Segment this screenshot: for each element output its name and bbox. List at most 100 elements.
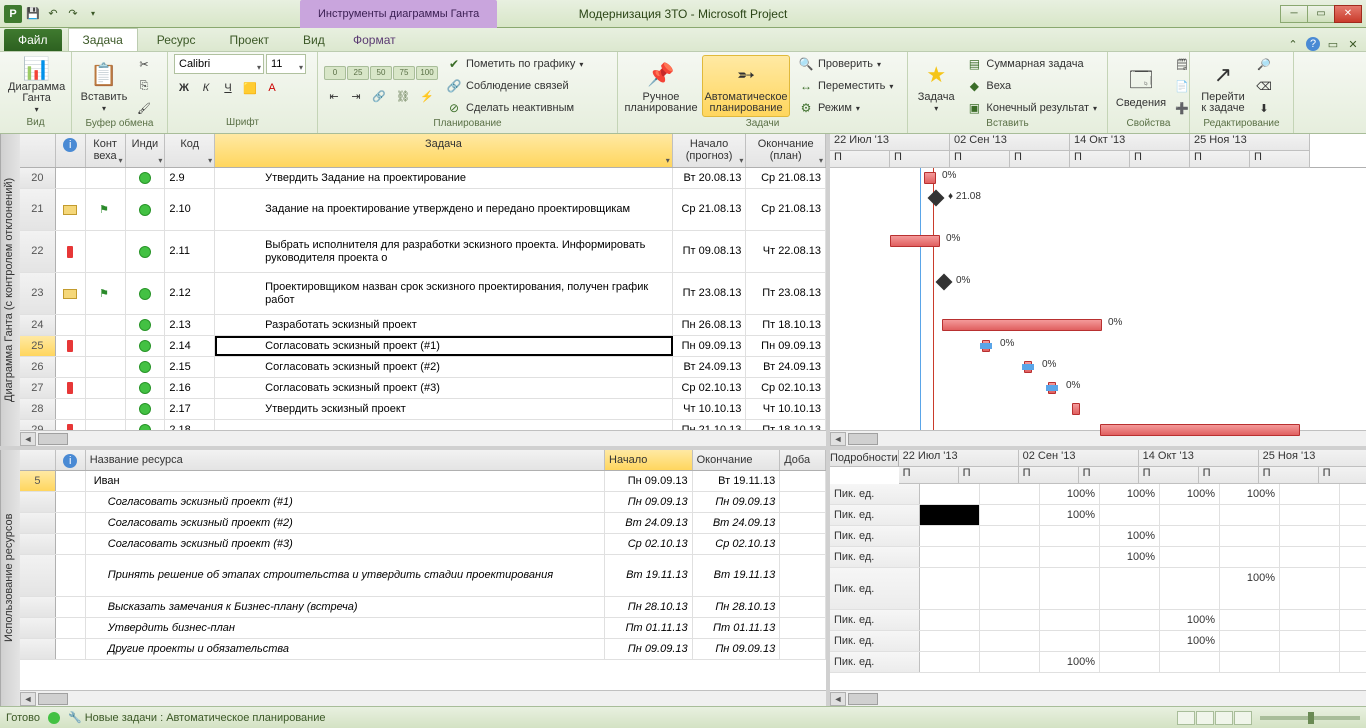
move-button[interactable]: ↔Переместить ▾ bbox=[794, 76, 897, 96]
details-row[interactable]: Пик. ед.100% bbox=[830, 547, 1366, 568]
table-row[interactable]: Согласовать эскизный проект (#2)Вт 24.09… bbox=[20, 513, 826, 534]
h-scrollbar-bottom-left[interactable]: ◄ bbox=[20, 690, 826, 706]
res-col-name[interactable]: Название ресурса bbox=[86, 450, 605, 470]
redo-icon[interactable]: ↷ bbox=[64, 5, 82, 23]
font-name-combo[interactable]: Calibri▾ bbox=[174, 54, 264, 74]
details-row[interactable]: Пик. ед.100% bbox=[830, 652, 1366, 673]
table-row[interactable]: 282.17Утвердить эскизный проектЧт 10.10.… bbox=[20, 399, 826, 420]
col-code[interactable]: Код▾ bbox=[165, 134, 215, 167]
mark-on-track-button[interactable]: ✔Пометить по графику ▾ bbox=[442, 54, 587, 74]
details-row[interactable]: Пик. ед.100%100%100%100% bbox=[830, 484, 1366, 505]
clear-icon[interactable]: ⌫ bbox=[1254, 76, 1274, 96]
details-icon[interactable]: 📄 bbox=[1172, 76, 1192, 96]
manual-schedule-button[interactable]: 📌Ручное планирование bbox=[624, 55, 698, 117]
h-scrollbar-bottom-right[interactable]: ◄ bbox=[830, 690, 1366, 706]
col-milestone[interactable]: Конт веха▾ bbox=[86, 134, 126, 167]
indent-icon[interactable]: ⇥ bbox=[346, 86, 366, 106]
respect-links-button[interactable]: 🔗Соблюдение связей bbox=[442, 76, 587, 96]
status-macro-icon[interactable] bbox=[48, 712, 60, 724]
font-size-combo[interactable]: 11▾ bbox=[266, 54, 306, 74]
find-icon[interactable]: 🔎 bbox=[1254, 54, 1274, 74]
res-col-extra[interactable]: Доба bbox=[780, 450, 826, 470]
save-icon[interactable]: 💾 bbox=[24, 5, 42, 23]
milestone-button[interactable]: ◆Веха bbox=[962, 76, 1101, 96]
link-icon[interactable]: 🔗 bbox=[368, 87, 390, 105]
help-icon[interactable]: ? bbox=[1306, 37, 1320, 51]
summary-task-button[interactable]: ▤Суммарная задача bbox=[962, 54, 1101, 74]
col-indicator[interactable]: Инди▾ bbox=[126, 134, 166, 167]
scroll-to-task-button[interactable]: ↗Перейти к задаче bbox=[1196, 55, 1250, 117]
table-row[interactable]: Высказать замечания к Бизнес-плану (встр… bbox=[20, 597, 826, 618]
res-col-start[interactable]: Начало bbox=[605, 450, 693, 470]
unlink-icon[interactable]: ⛓ bbox=[392, 87, 414, 105]
table-row[interactable]: Принять решение об этапах строительства … bbox=[20, 555, 826, 597]
close-doc-icon[interactable]: ✕ bbox=[1346, 37, 1360, 51]
gantt-chart-button[interactable]: 📊Диаграмма Ганта▾ bbox=[6, 55, 67, 117]
res-col-finish[interactable]: Окончание bbox=[693, 450, 781, 470]
timeline-add-icon[interactable]: ➕ bbox=[1172, 98, 1192, 118]
inactivate-button[interactable]: ⊘Сделать неактивным bbox=[442, 98, 587, 118]
table-row[interactable]: 21⚑2.10Задание на проектирование утвержд… bbox=[20, 189, 826, 231]
table-row[interactable]: Другие проекты и обязательстваПн 09.09.1… bbox=[20, 639, 826, 660]
table-row[interactable]: 23⚑2.12Проектировщиком назван срок эскиз… bbox=[20, 273, 826, 315]
task-grid[interactable]: 202.9Утвердить Задание на проектирование… bbox=[20, 168, 826, 430]
details-row[interactable]: Пик. ед.100% bbox=[830, 631, 1366, 652]
col-task[interactable]: Задача▾ bbox=[215, 134, 673, 167]
mode-button[interactable]: ⚙Режим ▾ bbox=[794, 98, 897, 118]
table-row[interactable]: 292.18Пн 21.10.13Пт 18.10.13 bbox=[20, 420, 826, 430]
table-row[interactable]: 222.11Выбрать исполнителя для разработки… bbox=[20, 231, 826, 273]
tab-file[interactable]: Файл bbox=[4, 29, 62, 51]
res-col-info-icon[interactable]: i bbox=[56, 450, 86, 470]
font-color-button[interactable]: A bbox=[262, 78, 282, 98]
details-row[interactable]: Пик. ед.100% bbox=[830, 610, 1366, 631]
table-row[interactable]: 272.16Согласовать эскизный проект (#3)Ср… bbox=[20, 378, 826, 399]
app-icon[interactable]: P bbox=[4, 5, 22, 23]
tab-resource[interactable]: Ресурс bbox=[142, 28, 211, 51]
table-row[interactable]: Согласовать эскизный проект (#3)Ср 02.10… bbox=[20, 534, 826, 555]
details-header[interactable]: Подробности bbox=[830, 450, 899, 467]
bold-button[interactable]: Ж bbox=[174, 78, 194, 98]
tab-project[interactable]: Проект bbox=[214, 28, 284, 51]
table-row[interactable]: Согласовать эскизный проект (#1)Пн 09.09… bbox=[20, 492, 826, 513]
view-bar-top[interactable]: Диаграмма Ганта (с контролем отклонений) bbox=[0, 134, 20, 446]
italic-button[interactable]: К bbox=[196, 78, 216, 98]
notes-icon[interactable]: 🗒 bbox=[1172, 54, 1192, 74]
details-row[interactable]: Пик. ед.100% bbox=[830, 568, 1366, 610]
col-start[interactable]: Начало (прогноз)▾ bbox=[673, 134, 747, 167]
table-row[interactable]: Утвердить бизнес-планПт 01.11.13Пт 01.11… bbox=[20, 618, 826, 639]
resource-grid[interactable]: 5ИванПн 09.09.13Вт 19.11.13Согласовать э… bbox=[20, 471, 826, 690]
table-row[interactable]: 202.9Утвердить Задание на проектирование… bbox=[20, 168, 826, 189]
table-row[interactable]: 242.13Разработать эскизный проектПн 26.0… bbox=[20, 315, 826, 336]
minimize-button[interactable]: ─ bbox=[1280, 5, 1308, 23]
split-icon[interactable]: ⚡ bbox=[416, 87, 438, 105]
information-button[interactable]: 🗔Сведения bbox=[1114, 55, 1168, 117]
qat-dropdown-icon[interactable]: ▾ bbox=[84, 5, 102, 23]
inspect-button[interactable]: 🔍Проверить ▾ bbox=[794, 54, 897, 74]
col-info-icon[interactable]: i bbox=[56, 134, 86, 167]
minimize-ribbon-icon[interactable]: ⌃ bbox=[1286, 37, 1300, 51]
paste-button[interactable]: 📋Вставить▾ bbox=[78, 55, 130, 117]
percent-complete-buttons[interactable]: 0255075100 bbox=[324, 66, 438, 80]
deliverable-button[interactable]: ▣Конечный результат ▾ bbox=[962, 98, 1101, 118]
maximize-button[interactable]: ▭ bbox=[1307, 5, 1335, 23]
res-col-rownum[interactable] bbox=[20, 450, 56, 470]
underline-button[interactable]: Ч bbox=[218, 78, 238, 98]
col-rownum[interactable] bbox=[20, 134, 56, 167]
tab-format[interactable]: Формат bbox=[338, 28, 411, 51]
copy-icon[interactable]: ⎘ bbox=[134, 76, 154, 96]
restore-window-icon[interactable]: ▭ bbox=[1326, 37, 1340, 51]
tab-task[interactable]: Задача bbox=[68, 28, 138, 51]
auto-schedule-button[interactable]: ➵Автоматическое планирование bbox=[702, 55, 790, 117]
table-row[interactable]: 252.14Согласовать эскизный проект (#1)Пн… bbox=[20, 336, 826, 357]
fill-color-button[interactable]: 🟨 bbox=[240, 78, 260, 98]
undo-icon[interactable]: ↶ bbox=[44, 5, 62, 23]
gantt-chart[interactable]: 0%♦ 21.080%0%0%0%0%0% bbox=[830, 168, 1366, 430]
cut-icon[interactable]: ✂ bbox=[134, 54, 154, 74]
fill-icon[interactable]: ⬇ bbox=[1254, 98, 1274, 118]
view-shortcuts[interactable] bbox=[1177, 711, 1252, 725]
h-scrollbar-top-left[interactable]: ◄ bbox=[20, 430, 826, 446]
insert-task-button[interactable]: ★Задача▾ bbox=[914, 55, 958, 117]
col-finish[interactable]: Окончание (план)▾ bbox=[746, 134, 826, 167]
table-row[interactable]: 5ИванПн 09.09.13Вт 19.11.13 bbox=[20, 471, 826, 492]
details-row[interactable]: Пик. ед.100% bbox=[830, 505, 1366, 526]
